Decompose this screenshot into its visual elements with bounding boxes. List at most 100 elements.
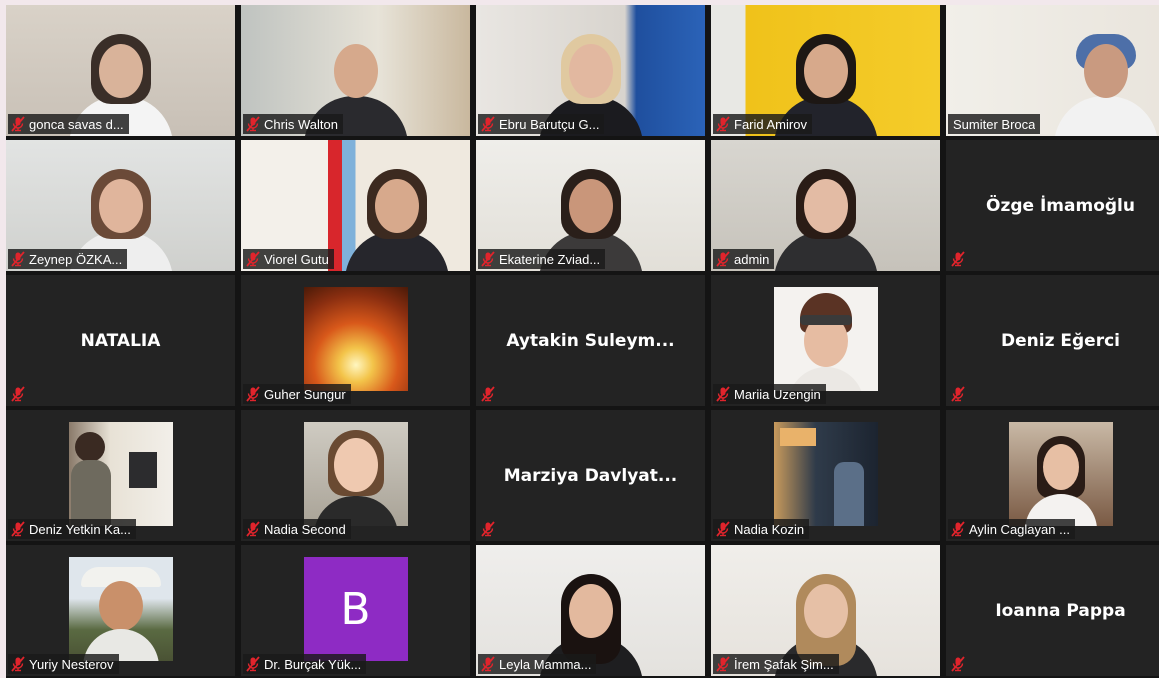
mic-muted-icon [10,521,26,537]
participant-tile[interactable]: Nadia Kozin [711,410,940,541]
name-label: Guher Sungur [243,384,351,404]
participant-name: gonca savas d... [29,116,124,132]
profile-picture [773,422,878,526]
participant-display-name: Deniz Eğerci [1001,330,1120,351]
participant-name: Dr. Burçak Yük... [264,656,362,672]
profile-picture [1008,422,1113,526]
name-label: Aylin Caglayan ... [948,519,1075,539]
participant-tile[interactable]: Chris Walton [241,5,470,136]
participant-name: Mariia Uzengin [734,386,821,402]
name-label: Farid Amirov [713,114,812,134]
participant-tile[interactable]: Deniz Yetkin Ka... [6,410,235,541]
name-label: gonca savas d... [8,114,129,134]
participant-tile[interactable]: Leyla Mamma... [476,545,705,676]
participant-tile[interactable]: Farid Amirov [711,5,940,136]
name-label: İrem Şafak Şim... [713,654,839,674]
name-label: Ekaterine Zviad... [478,249,606,269]
participant-name: Guher Sungur [264,386,346,402]
mic-muted-icon [10,656,26,672]
name-label: Viorel Gutu [243,249,334,269]
participant-display-name: Özge İmamoğlu [986,195,1135,216]
mic-muted-icon [480,116,496,132]
participant-name: Yuriy Nesterov [29,656,114,672]
participant-tile[interactable]: Yuriy Nesterov [6,545,235,676]
profile-picture [68,557,173,661]
mic-muted-icon [245,386,261,402]
name-label: admin [713,249,775,269]
participant-tile[interactable]: Özge İmamoğlu [946,140,1159,271]
profile-picture [68,422,173,526]
profile-picture [773,287,878,391]
participant-name: admin [734,251,770,267]
participant-name: Ekaterine Zviad... [499,251,601,267]
name-label: Leyla Mamma... [478,654,597,674]
mic-muted-icon [715,521,731,537]
mic-muted-icon [10,386,26,402]
participant-tile[interactable]: Zeynep ÖZKA... [6,140,235,271]
participant-tile[interactable]: Mariia Uzengin [711,275,940,406]
video-gallery: gonca savas d... Chris Walton Ebru Barut… [6,5,1159,678]
participant-name: Zeynep ÖZKA... [29,251,123,267]
name-label: Sumiter Broca [948,114,1041,134]
mic-muted-icon [715,386,731,402]
participant-tile[interactable]: Deniz Eğerci [946,275,1159,406]
name-label: Yuriy Nesterov [8,654,119,674]
mic-muted-icon [950,386,966,402]
participant-tile[interactable]: Ekaterine Zviad... [476,140,705,271]
participant-tile[interactable]: Guher Sungur [241,275,470,406]
participant-name: Farid Amirov [734,116,807,132]
participant-name: Viorel Gutu [264,251,329,267]
participant-name: Leyla Mamma... [499,656,592,672]
name-label: Nadia Kozin [713,519,810,539]
mic-muted-icon [950,251,966,267]
participant-tile[interactable]: Nadia Second [241,410,470,541]
name-label: Nadia Second [243,519,351,539]
participant-name: Deniz Yetkin Ka... [29,521,131,537]
mic-muted-icon [715,251,731,267]
participant-tile-active-speaker[interactable]: İrem Şafak Şim... [711,545,940,676]
mic-muted-icon [245,656,261,672]
participant-tile[interactable]: Viorel Gutu [241,140,470,271]
mic-muted-icon [950,656,966,672]
participant-tile[interactable]: B Dr. Burçak Yük... [241,545,470,676]
name-label: Mariia Uzengin [713,384,826,404]
participant-tile[interactable]: Aylin Caglayan ... [946,410,1159,541]
participant-name: İrem Şafak Şim... [734,656,834,672]
participant-display-name: NATALIA [80,330,161,351]
mic-muted-icon [480,251,496,267]
participant-tile[interactable]: Aytakin Suleym... [476,275,705,406]
participant-tile[interactable]: Marziya Davlyat... [476,410,705,541]
participant-display-name: Ioanna Pappa [995,600,1126,621]
participant-display-name: Aytakin Suleym... [506,330,675,351]
participant-tile[interactable]: Sumiter Broca [946,5,1159,136]
participant-name: Ebru Barutçu G... [499,116,600,132]
profile-picture [303,287,408,391]
name-label: Zeynep ÖZKA... [8,249,128,269]
participant-name: Aylin Caglayan ... [969,521,1070,537]
profile-picture [303,422,408,526]
participant-tile[interactable]: NATALIA [6,275,235,406]
name-label: Deniz Yetkin Ka... [8,519,136,539]
mic-muted-icon [715,656,731,672]
mic-muted-icon [715,116,731,132]
mic-muted-icon [10,251,26,267]
mic-muted-icon [950,521,966,537]
name-label: Chris Walton [243,114,343,134]
name-label: Dr. Burçak Yük... [243,654,367,674]
mic-muted-icon [480,521,496,537]
mic-muted-icon [480,656,496,672]
participant-name: Sumiter Broca [953,116,1036,132]
participant-tile[interactable]: gonca savas d... [6,5,235,136]
mic-muted-icon [245,116,261,132]
participant-tile[interactable]: admin [711,140,940,271]
name-label: Ebru Barutçu G... [478,114,605,134]
participant-name: Nadia Second [264,521,346,537]
participant-name: Nadia Kozin [734,521,805,537]
avatar: B [303,557,408,661]
mic-muted-icon [245,251,261,267]
mic-muted-icon [245,521,261,537]
participant-tile[interactable]: Ebru Barutçu G... [476,5,705,136]
participant-tile[interactable]: Ioanna Pappa [946,545,1159,676]
mic-muted-icon [480,386,496,402]
participant-display-name: Marziya Davlyat... [503,465,678,486]
